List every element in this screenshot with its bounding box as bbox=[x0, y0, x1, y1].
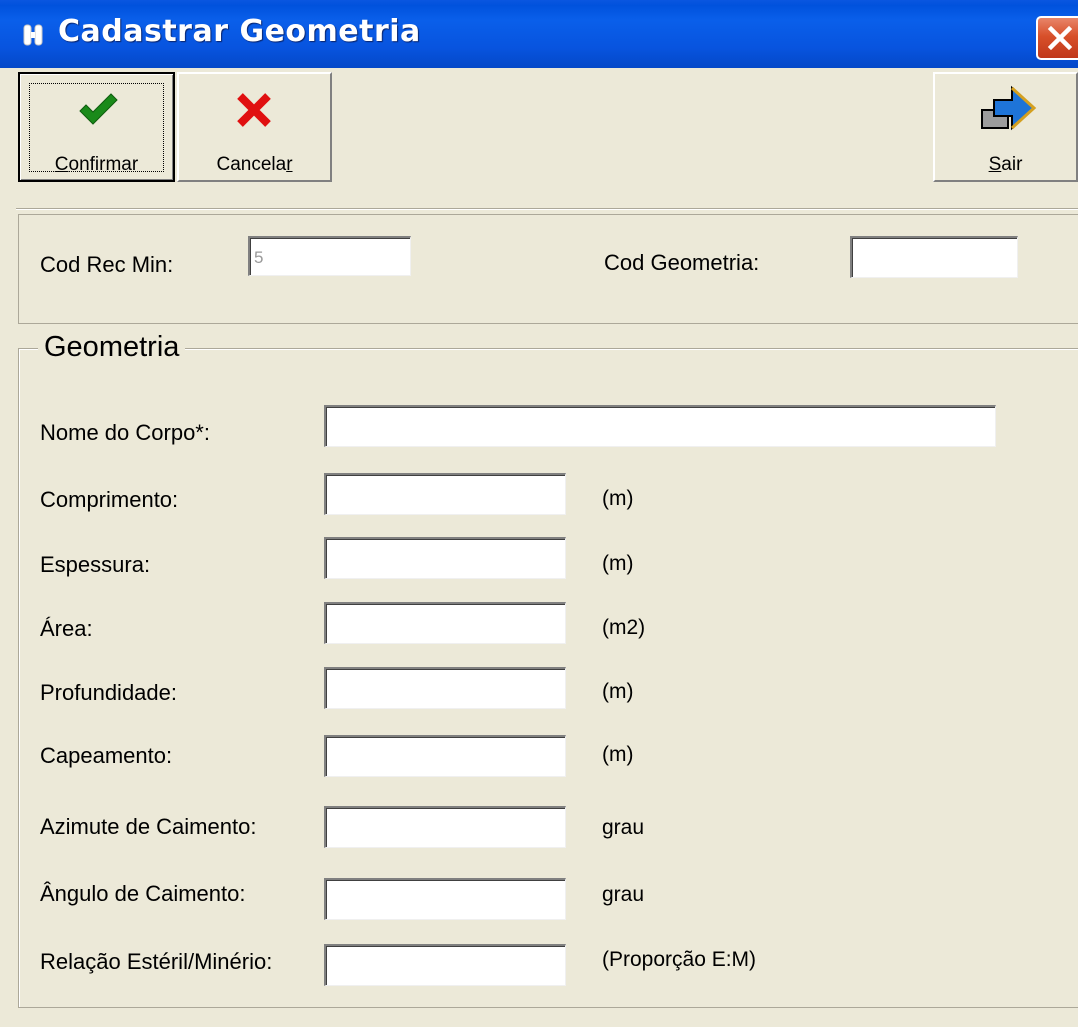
angulo-de-caimento-unit: grau bbox=[602, 883, 645, 906]
nome-do-corpo-field[interactable] bbox=[324, 405, 996, 447]
checkmark-icon bbox=[79, 93, 118, 125]
close-button[interactable] bbox=[1036, 16, 1078, 60]
relacao-esteril-minerio-field[interactable] bbox=[324, 944, 566, 986]
area-unit: (m2) bbox=[602, 616, 646, 639]
area-field[interactable] bbox=[324, 602, 566, 644]
profundidade-label: Profundidade: bbox=[40, 680, 177, 705]
cod-geometria-field[interactable] bbox=[850, 236, 1018, 278]
area-label: Área: bbox=[40, 616, 93, 641]
angulo-de-caimento-field[interactable] bbox=[324, 878, 566, 920]
capeamento-field[interactable] bbox=[324, 735, 566, 777]
cod-rec-min-field[interactable] bbox=[248, 236, 411, 276]
toolbar-separator bbox=[16, 208, 1078, 210]
relacao-esteril-minerio-unit: (Proporção E:M) bbox=[602, 948, 757, 971]
cancel-label: Cancelar bbox=[216, 154, 293, 175]
espessura-label: Espessura: bbox=[40, 552, 151, 577]
exit-arrow-icon bbox=[981, 85, 1037, 131]
geometria-group-title: Geometria bbox=[38, 331, 186, 364]
close-icon bbox=[1047, 25, 1073, 51]
app-icon bbox=[23, 24, 43, 46]
angulo-de-caimento-label: Ângulo de Caimento: bbox=[40, 881, 246, 906]
x-icon bbox=[237, 93, 271, 127]
espessura-unit: (m) bbox=[602, 552, 634, 575]
confirm-button[interactable]: Confirmar bbox=[18, 72, 175, 182]
espessura-field[interactable] bbox=[324, 537, 566, 579]
window-title: Cadastrar Geometria bbox=[58, 14, 421, 49]
profundidade-unit: (m) bbox=[602, 680, 634, 703]
comprimento-unit: (m) bbox=[602, 487, 634, 510]
cod-geometria-label: Cod Geometria: bbox=[604, 250, 760, 275]
azimute-de-caimento-field[interactable] bbox=[324, 806, 566, 848]
exit-label: Sair bbox=[988, 154, 1023, 175]
confirm-label: Confirmar bbox=[54, 154, 139, 175]
title-bar[interactable]: Cadastrar Geometria bbox=[0, 0, 1078, 68]
comprimento-field[interactable] bbox=[324, 473, 566, 515]
relacao-esteril-minerio-label: Relação Estéril/Minério: bbox=[40, 949, 273, 974]
nome-do-corpo-label: Nome do Corpo*: bbox=[40, 420, 210, 445]
capeamento-unit: (m) bbox=[602, 743, 634, 766]
cod-rec-min-label: Cod Rec Min: bbox=[40, 252, 174, 277]
exit-button[interactable]: Sair bbox=[933, 72, 1078, 182]
azimute-de-caimento-label: Azimute de Caimento: bbox=[40, 814, 257, 839]
comprimento-label: Comprimento: bbox=[40, 487, 179, 512]
cadastrar-geometria-window: Cadastrar Geometria Confirmar Cancelar S… bbox=[0, 0, 1078, 1027]
azimute-de-caimento-unit: grau bbox=[602, 816, 645, 839]
capeamento-label: Capeamento: bbox=[40, 743, 173, 768]
profundidade-field[interactable] bbox=[324, 667, 566, 709]
cancel-button[interactable]: Cancelar bbox=[177, 72, 332, 182]
